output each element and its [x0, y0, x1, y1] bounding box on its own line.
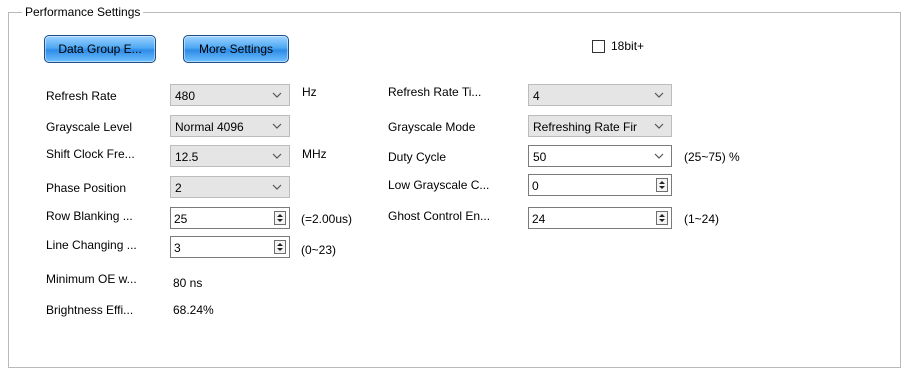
chevron-down-icon: [272, 184, 282, 190]
duty-cycle-label: Duty Cycle: [388, 150, 447, 164]
refresh-rate-value: 480: [175, 89, 196, 103]
spinner-arrows-icon[interactable]: [656, 211, 668, 225]
refresh-rate-dropdown[interactable]: 480: [170, 84, 290, 106]
grayscale-level-dropdown[interactable]: Normal 4096: [170, 115, 290, 137]
duty-cycle-note: (25~75) %: [684, 150, 740, 164]
refresh-rate-label: Refresh Rate: [46, 89, 117, 103]
line-changing-label: Line Changing ...: [46, 238, 137, 252]
refresh-rate-unit: Hz: [302, 85, 317, 99]
phase-position-value: 2: [175, 181, 182, 195]
row-blanking-value: 25: [174, 212, 188, 226]
shift-clock-value: 12.5: [175, 150, 199, 164]
chevron-down-icon: [654, 123, 664, 129]
grayscale-mode-label: Grayscale Mode: [388, 120, 476, 134]
line-changing-note: (0~23): [301, 243, 337, 257]
spinner-arrows-icon[interactable]: [274, 240, 286, 254]
ghost-control-value: 24: [532, 212, 546, 226]
chevron-down-icon: [272, 123, 282, 129]
group-title: Performance Settings: [22, 4, 144, 20]
refresh-rate-times-value: 4: [533, 89, 540, 103]
grayscale-level-label: Grayscale Level: [46, 120, 133, 134]
phase-position-dropdown[interactable]: 2: [170, 176, 290, 198]
low-grayscale-value: 0: [532, 179, 539, 193]
data-group-button[interactable]: Data Group E...: [44, 35, 156, 63]
minimum-oe-value: 80 ns: [173, 276, 203, 290]
duty-cycle-dropdown[interactable]: 50: [528, 145, 672, 167]
low-grayscale-label: Low Grayscale C...: [388, 178, 490, 192]
line-changing-spinbox[interactable]: 3: [170, 236, 290, 258]
chevron-down-icon: [272, 153, 282, 159]
18bit-checkbox[interactable]: [592, 40, 605, 53]
row-blanking-note: (=2.00us): [301, 212, 353, 226]
shift-clock-unit: MHz: [302, 147, 327, 161]
phase-position-label: Phase Position: [46, 181, 127, 195]
shift-clock-label: Shift Clock Fre...: [46, 147, 135, 161]
grayscale-mode-value: Refreshing Rate Fir: [533, 120, 638, 134]
chevron-down-icon: [654, 92, 664, 98]
brightness-value: 68.24%: [173, 303, 214, 317]
chevron-down-icon: [654, 153, 664, 159]
brightness-label: Brightness Effi...: [46, 303, 134, 317]
ghost-control-note: (1~24): [684, 212, 720, 226]
grayscale-mode-dropdown[interactable]: Refreshing Rate Fir: [528, 115, 672, 137]
shift-clock-dropdown[interactable]: 12.5: [170, 145, 290, 167]
line-changing-value: 3: [174, 241, 181, 255]
low-grayscale-spinbox[interactable]: 0: [528, 174, 672, 196]
minimum-oe-label: Minimum OE w...: [46, 272, 137, 286]
ghost-control-spinbox[interactable]: 24: [528, 207, 672, 229]
row-blanking-label: Row Blanking ...: [46, 209, 133, 223]
chevron-down-icon: [272, 92, 282, 98]
spinner-arrows-icon[interactable]: [656, 178, 668, 192]
spinner-arrows-icon[interactable]: [274, 211, 286, 225]
refresh-rate-times-label: Refresh Rate Ti...: [388, 85, 482, 99]
duty-cycle-value: 50: [533, 150, 547, 164]
refresh-rate-times-dropdown[interactable]: 4: [528, 84, 672, 106]
more-settings-button[interactable]: More Settings: [183, 35, 289, 63]
ghost-control-label: Ghost Control En...: [388, 209, 491, 223]
18bit-label: 18bit+: [611, 39, 645, 53]
row-blanking-spinbox[interactable]: 25: [170, 207, 290, 229]
grayscale-level-value: Normal 4096: [175, 120, 244, 134]
